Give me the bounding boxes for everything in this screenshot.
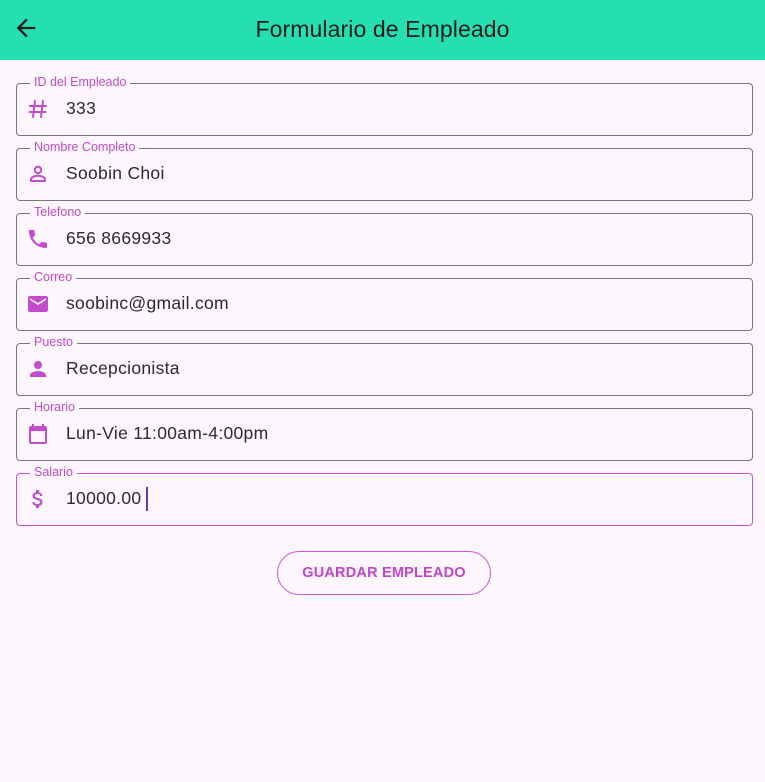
phone-input[interactable] <box>66 213 736 264</box>
salary-field: Salario <box>16 465 753 526</box>
person-icon <box>26 357 50 381</box>
calendar-icon <box>26 422 50 446</box>
save-employee-button[interactable]: GUARDAR EMPLEADO <box>277 551 491 595</box>
app-bar: Formulario de Empleado <box>0 0 765 60</box>
phone-icon <box>26 227 50 251</box>
email-input[interactable] <box>66 278 736 329</box>
text-cursor <box>146 487 148 511</box>
phone-field: Telefono <box>16 205 753 266</box>
schedule-input[interactable] <box>66 408 736 459</box>
schedule-field: Horario <box>16 400 753 461</box>
employee-id-field: ID del Empleado <box>16 75 753 136</box>
position-input[interactable] <box>66 343 736 394</box>
employee-form: ID del Empleado Nombre Completo Telefono <box>16 75 753 538</box>
salary-input[interactable] <box>66 473 736 524</box>
email-field: Correo <box>16 270 753 331</box>
dollar-icon <box>26 487 50 511</box>
position-field: Puesto <box>16 335 753 396</box>
full-name-field: Nombre Completo <box>16 140 753 201</box>
page-title: Formulario de Empleado <box>255 16 510 42</box>
employee-id-input[interactable] <box>66 83 736 134</box>
person-outline-icon <box>26 162 50 186</box>
tag-icon <box>26 97 50 121</box>
full-name-input[interactable] <box>66 148 736 199</box>
email-icon <box>26 292 50 316</box>
